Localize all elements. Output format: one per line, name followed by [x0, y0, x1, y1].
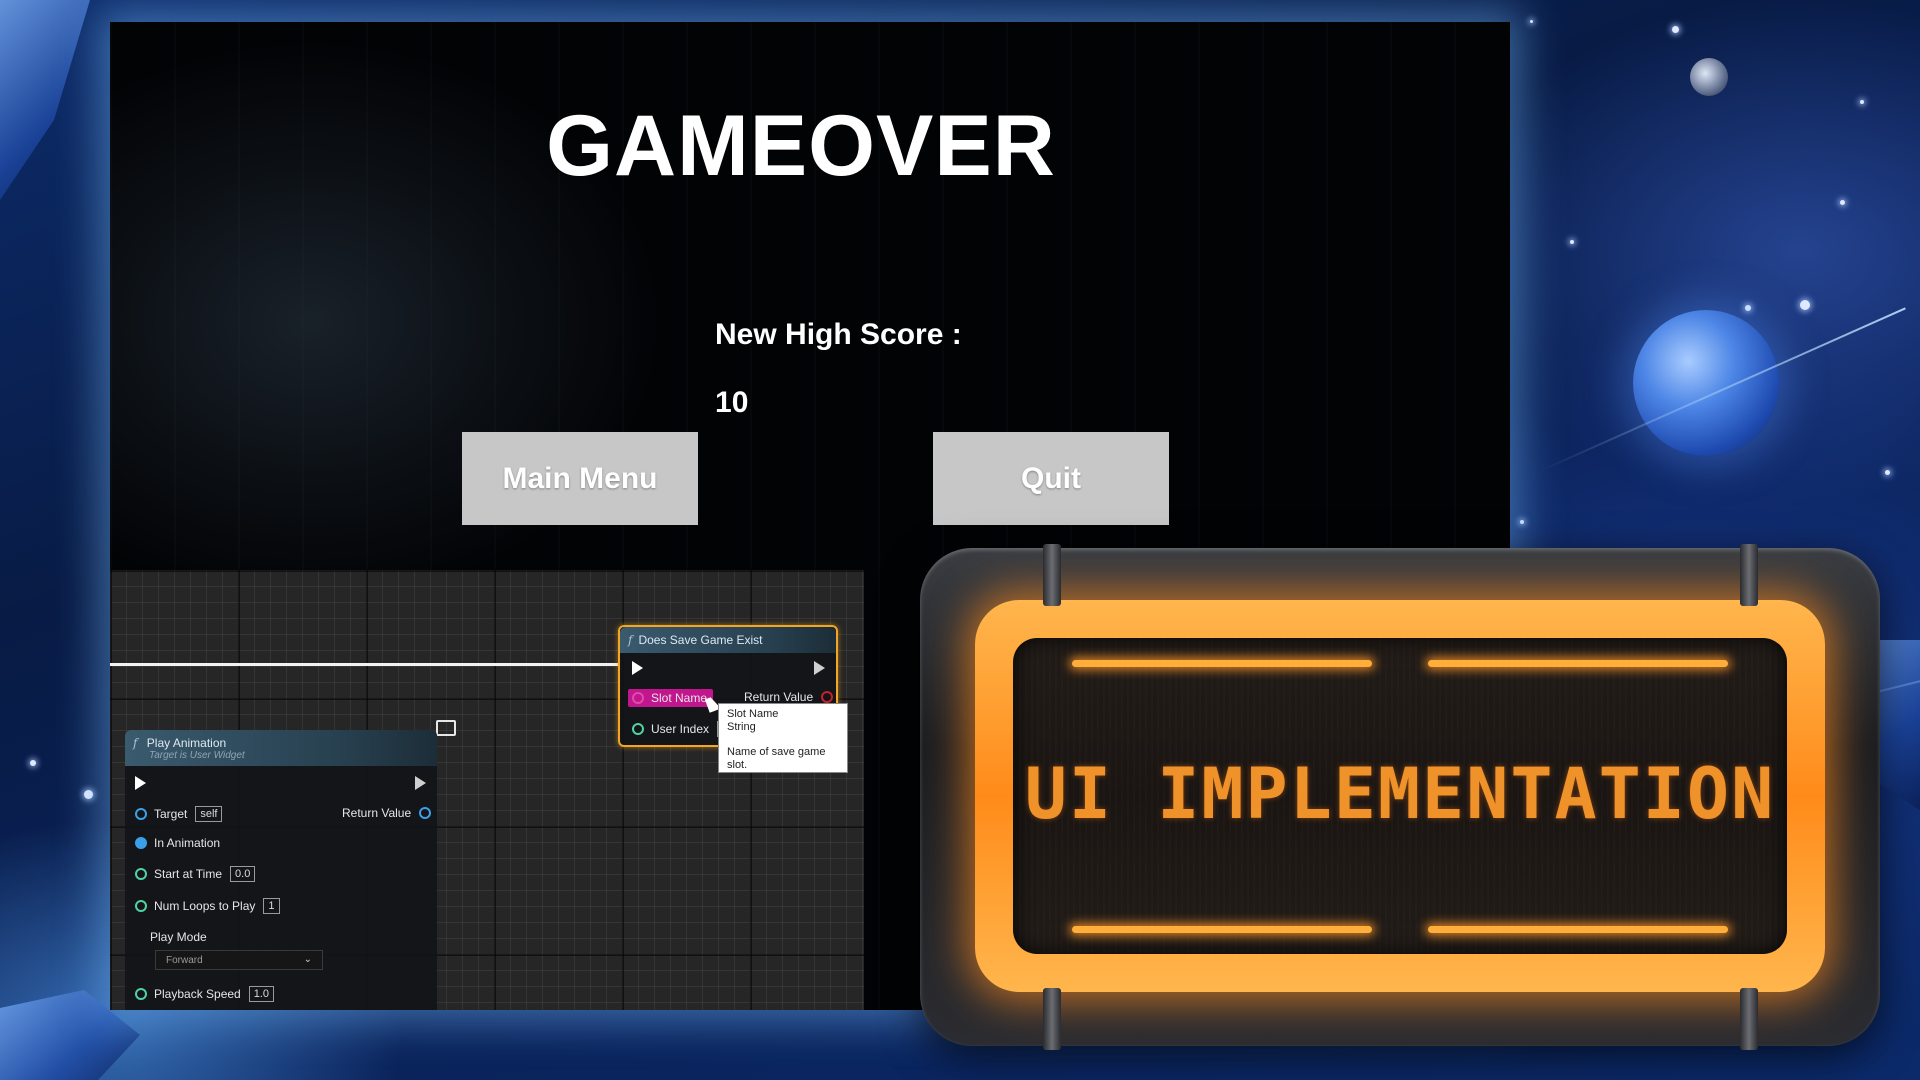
play-animation-node[interactable]: f Play Animation Target is User Widget T… — [125, 730, 437, 1010]
chevron-down-icon: ⌄ — [303, 954, 312, 965]
pin-label: Target — [154, 807, 188, 821]
node-title: Play Animation — [146, 735, 227, 750]
banner-latch — [1043, 544, 1061, 606]
star — [30, 760, 36, 766]
gameover-title: GAMEOVER — [546, 98, 1056, 194]
start-at-time-pin[interactable]: Start at Time 0.0 — [135, 866, 256, 882]
slot-name-pin[interactable]: Slot Name — [628, 689, 714, 707]
start-at-time-value[interactable]: 0.0 — [230, 866, 256, 882]
pin-label: Slot Name — [651, 691, 708, 705]
play-mode-dropdown[interactable]: Forward ⌄ — [155, 950, 323, 970]
pin-icon — [135, 808, 147, 820]
play-mode-value: Forward — [166, 954, 203, 966]
pin-icon — [135, 868, 147, 880]
return-value-pin[interactable]: Return Value — [744, 690, 834, 704]
star — [1745, 305, 1751, 311]
pin-icon — [632, 723, 644, 735]
exec-wire — [110, 663, 620, 666]
pin-icon — [135, 900, 147, 912]
pin-label: User Index — [651, 722, 710, 736]
exec-pin-icon[interactable] — [814, 661, 825, 675]
banner-light-bar — [1072, 660, 1372, 667]
star — [1530, 20, 1533, 23]
star — [84, 790, 93, 799]
in-animation-pin[interactable]: In Animation — [135, 836, 220, 850]
banner-title: UI IMPLEMENTATION — [1024, 753, 1776, 835]
banner-latch — [1740, 544, 1758, 606]
exec-pin-icon[interactable] — [632, 661, 643, 675]
node-header: f Play Animation Target is User Widget — [125, 730, 437, 766]
star — [1520, 520, 1524, 524]
high-score-label: New High Score : — [715, 318, 962, 351]
blueprint-graph[interactable]: f Does Save Game Exist Slot Name Return … — [110, 570, 864, 1010]
pin-tooltip: Slot Name String Name of save game slot. — [718, 703, 848, 773]
node-title: Does Save Game Exist — [638, 633, 763, 647]
target-value[interactable]: self — [195, 806, 223, 822]
pin-icon — [632, 692, 644, 704]
target-pin[interactable]: Target self — [135, 806, 223, 822]
exec-pin-icon[interactable] — [135, 776, 146, 790]
pin-icon — [135, 988, 147, 1000]
star — [1672, 26, 1679, 33]
thumbnail-root: GAMEOVER New High Score : 10 Main Menu Q… — [0, 0, 1920, 1080]
star — [1885, 470, 1890, 475]
pin-icon — [135, 837, 147, 849]
star — [1800, 300, 1810, 310]
function-icon: f — [133, 735, 138, 750]
pin-label: Start at Time — [154, 867, 223, 881]
num-loops-value[interactable]: 1 — [263, 898, 280, 914]
star — [1860, 100, 1864, 104]
tooltip-name: Slot Name — [727, 708, 779, 720]
banner-light-bar — [1072, 926, 1372, 933]
playback-speed-pin[interactable]: Playback Speed 1.0 — [135, 986, 275, 1002]
pin-label: Playback Speed — [154, 987, 241, 1001]
planet — [1633, 310, 1779, 456]
pin-icon — [419, 807, 432, 819]
exec-pin-icon[interactable] — [415, 776, 426, 790]
banner-light-bar — [1428, 926, 1728, 933]
slot-name-pill[interactable]: Slot Name — [628, 689, 714, 707]
pin-label: Play Mode — [150, 930, 207, 944]
pin-icon — [821, 691, 834, 703]
pin-label: Num Loops to Play — [154, 899, 256, 913]
main-menu-button[interactable]: Main Menu — [462, 432, 698, 525]
num-loops-pin[interactable]: Num Loops to Play 1 — [135, 898, 280, 914]
moon — [1690, 58, 1728, 96]
banner-light-bar — [1428, 660, 1728, 667]
ui-implementation-banner: UI IMPLEMENTATION — [920, 544, 1880, 1050]
pin-label: Return Value — [744, 690, 814, 704]
space-rock — [0, 0, 90, 200]
return-value-pin[interactable]: Return Value — [342, 806, 432, 820]
high-score-row: New High Score : 10 — [665, 284, 962, 454]
monitor-icon — [436, 720, 456, 736]
tooltip-type: String — [727, 721, 756, 733]
node-subtitle: Target is User Widget — [149, 749, 245, 761]
pin-label: In Animation — [154, 836, 221, 850]
function-icon: f — [628, 633, 633, 647]
tooltip-description: Name of save game slot. — [727, 746, 826, 771]
banner-latch — [1043, 988, 1061, 1050]
star — [1840, 200, 1845, 205]
node-header: f Does Save Game Exist — [620, 627, 836, 653]
banner-latch — [1740, 988, 1758, 1050]
play-mode-pin[interactable]: Play Mode — [135, 930, 207, 944]
star — [1570, 240, 1574, 244]
high-score-value: 10 — [715, 386, 749, 419]
playback-speed-value[interactable]: 1.0 — [248, 986, 275, 1002]
pin-label: Return Value — [342, 806, 412, 820]
quit-button[interactable]: Quit — [933, 432, 1169, 525]
